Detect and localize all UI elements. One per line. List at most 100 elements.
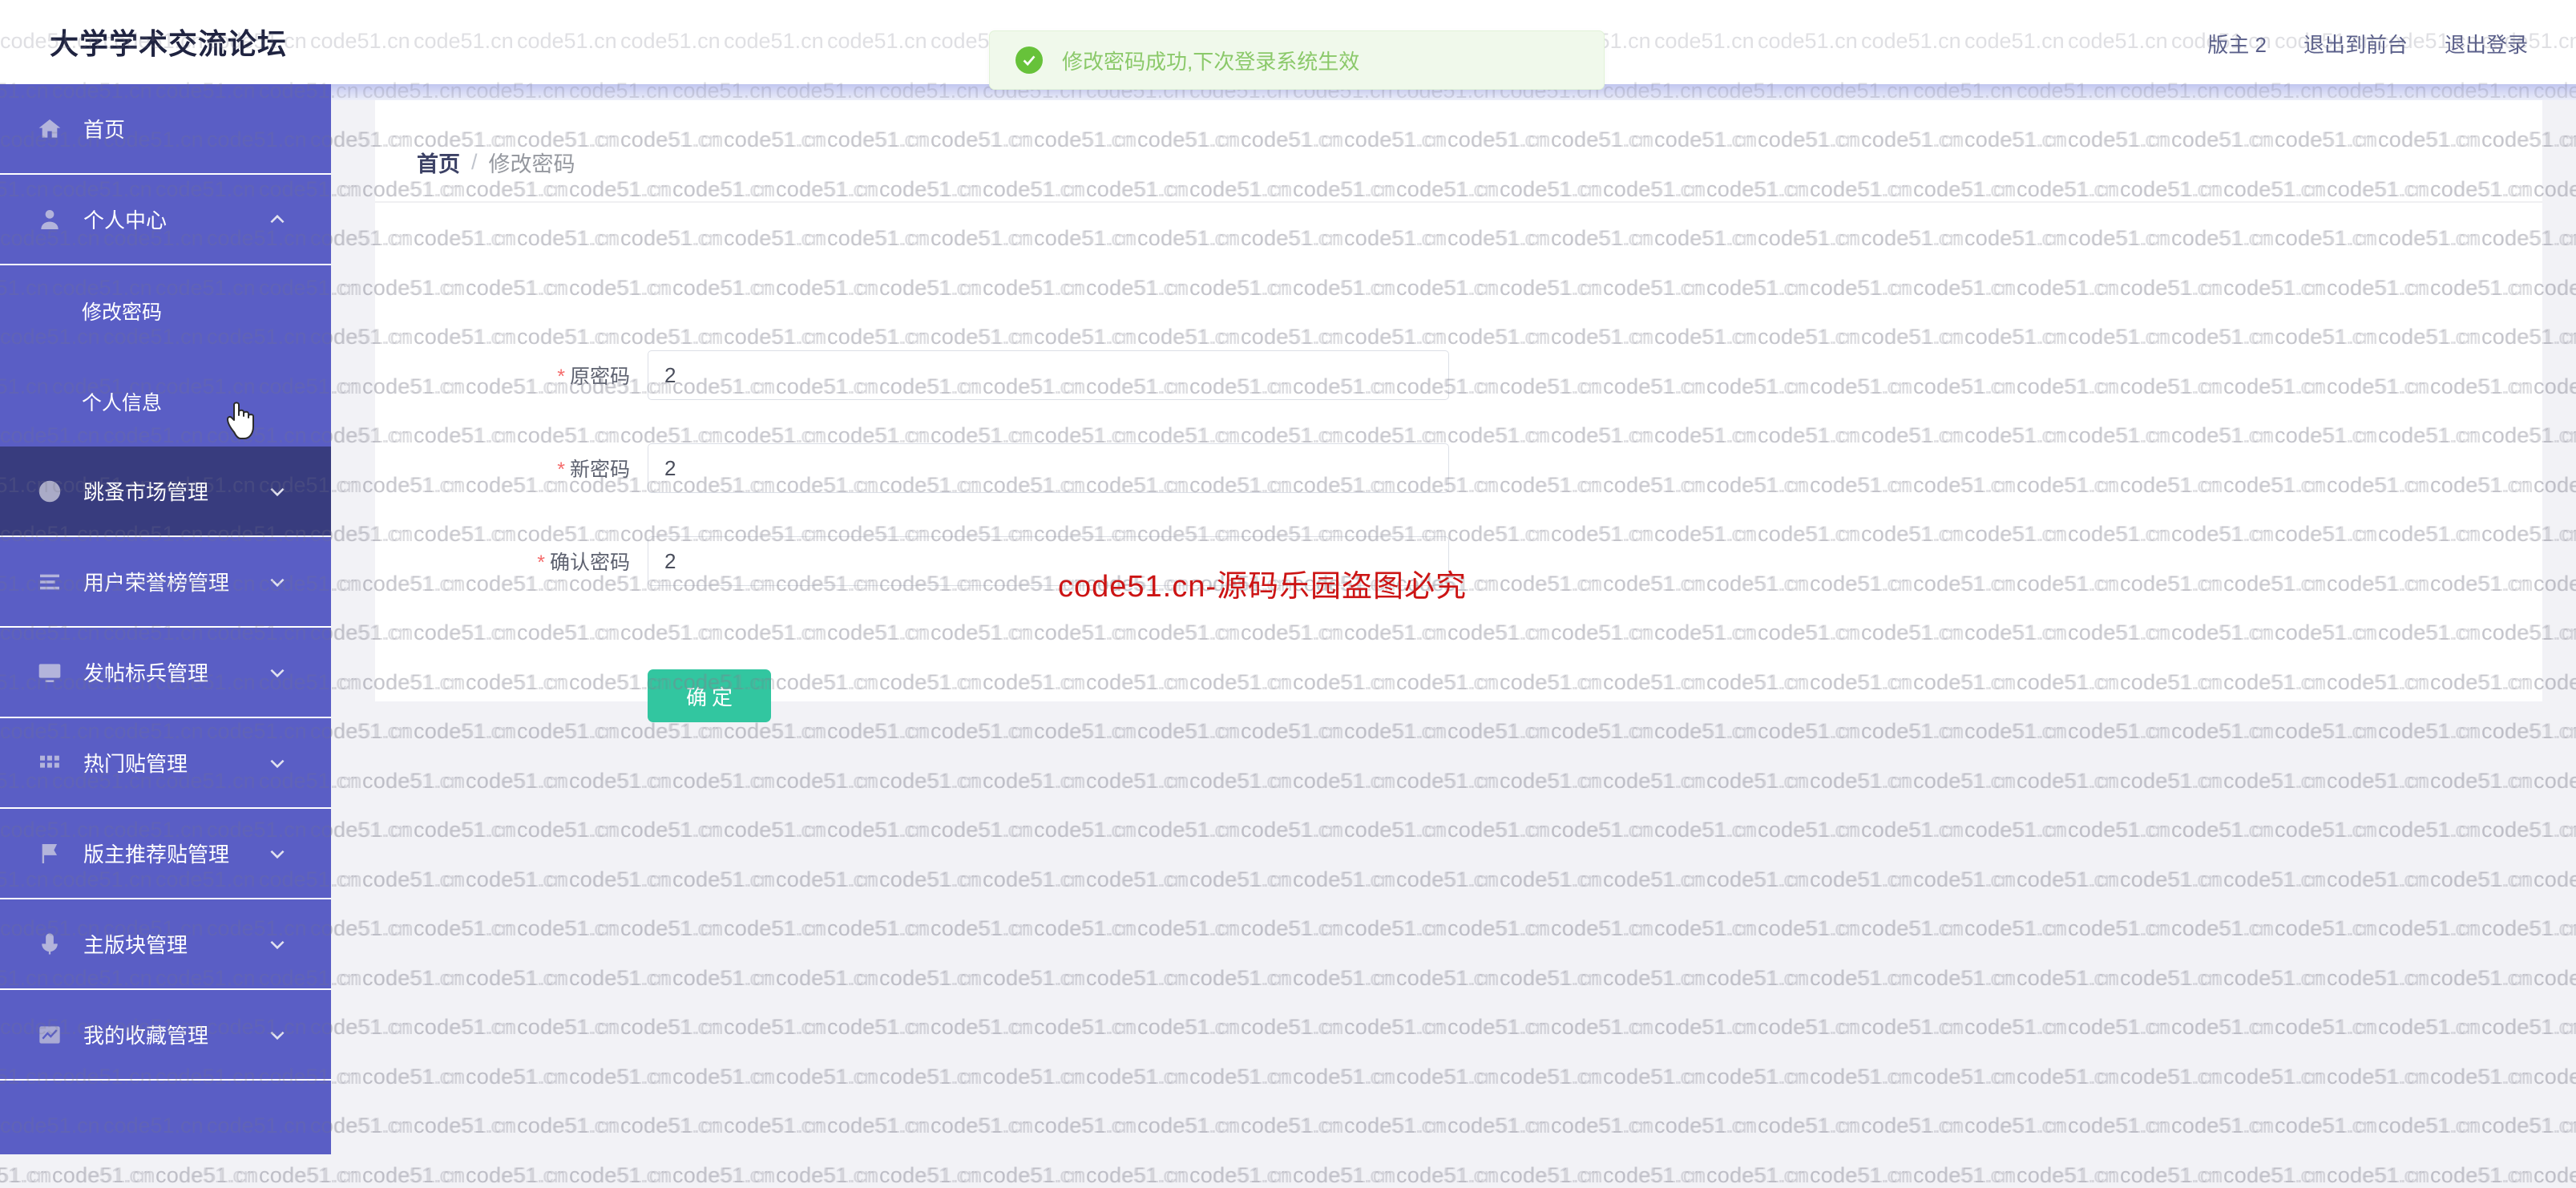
sidebar-item-honor-board[interactable]: 用户荣誉榜管理 bbox=[0, 537, 331, 628]
watermark-text: code51.cn bbox=[362, 1163, 462, 1188]
sidebar-item-flea-market[interactable]: 跳蚤市场管理 bbox=[0, 447, 331, 537]
watermark-text: code51.cn bbox=[1086, 1163, 1186, 1188]
watermark-text: code51.cn bbox=[0, 1163, 49, 1188]
microphone-icon bbox=[34, 928, 66, 960]
watermark-text: code51.cn bbox=[2327, 1163, 2427, 1188]
sidebar: 首页 个人中心 修改密码 个人信息 跳蚤市场管理 用户荣誉榜管理 bbox=[0, 84, 331, 1154]
watermark-text: code51.cn bbox=[879, 1163, 983, 1188]
form-row-old-password: *原密码 bbox=[375, 350, 1449, 400]
watermark-text: code51.cn bbox=[1500, 1163, 1600, 1188]
list-icon bbox=[34, 566, 66, 598]
watermark-text: code51.cn bbox=[569, 1163, 672, 1188]
watermark-text: code51.cn bbox=[259, 1163, 362, 1188]
watermark-text: code51.cn bbox=[1810, 1163, 1910, 1188]
sidebar-item-hot-posts[interactable]: 热门贴管理 bbox=[0, 718, 331, 809]
success-toast: 修改密码成功,下次登录系统生效 bbox=[989, 30, 1605, 90]
new-password-input[interactable] bbox=[648, 443, 1449, 493]
watermark-text: code51.cn bbox=[2120, 1163, 2220, 1188]
header-exit-frontend[interactable]: 退出到前台 bbox=[2303, 29, 2408, 59]
sidebar-item-main-board[interactable]: 主版块管理 bbox=[0, 899, 331, 990]
watermark-text: code51.cn bbox=[1603, 1163, 1703, 1188]
sidebar-item-my-favorites[interactable]: 我的收藏管理 bbox=[0, 990, 331, 1081]
breadcrumb-home[interactable]: 首页 bbox=[417, 147, 460, 178]
chevron-down-icon[interactable] bbox=[267, 572, 288, 592]
watermark-text: code51.cn bbox=[672, 1163, 773, 1188]
watermark-text: code51.cn bbox=[2534, 1163, 2576, 1188]
watermark-text: code51.cn bbox=[879, 1163, 979, 1188]
sidebar-item-moderator-recommend[interactable]: 版主推荐贴管理 bbox=[0, 809, 331, 899]
chevron-down-icon[interactable] bbox=[267, 753, 288, 774]
sidebar-item-label: 用户荣誉榜管理 bbox=[83, 567, 229, 596]
breadcrumb-separator: / bbox=[471, 150, 478, 175]
watermark-text: code51.cn bbox=[52, 1163, 152, 1188]
sidebar-item-label: 热门贴管理 bbox=[83, 748, 188, 778]
sidebar-item-label: 主版块管理 bbox=[83, 929, 188, 959]
watermark-text: code51.cn bbox=[2017, 1163, 2117, 1188]
watermark-text: code51.cn bbox=[2017, 1163, 2120, 1188]
chevron-down-icon[interactable] bbox=[267, 662, 288, 683]
label-text: 确认密码 bbox=[550, 552, 630, 574]
watermark-text: code51.cn bbox=[155, 1163, 256, 1188]
watermark-text: code51.cn bbox=[2223, 1163, 2324, 1188]
monitor-icon bbox=[34, 657, 66, 689]
watermark-text: code51.cn bbox=[569, 1163, 669, 1188]
sidebar-subitem-change-password[interactable]: 修改密码 bbox=[0, 265, 331, 356]
header-user-name[interactable]: 版主 2 bbox=[2207, 29, 2267, 59]
sidebar-item-posting-star[interactable]: 发帖标兵管理 bbox=[0, 628, 331, 718]
chevron-up-icon[interactable] bbox=[267, 209, 288, 230]
watermark-text: code51.cn bbox=[1810, 1163, 1913, 1188]
breadcrumb: 首页 / 修改密码 bbox=[417, 147, 575, 178]
watermark-text: code51.cn bbox=[1086, 1163, 1189, 1188]
chart-icon bbox=[34, 1019, 66, 1051]
watermark-text: code51.cn bbox=[1913, 1163, 2017, 1188]
chevron-down-icon[interactable] bbox=[267, 481, 288, 502]
watermark-text: code51.cn bbox=[776, 1163, 876, 1188]
label-new-password: *新密码 bbox=[375, 454, 648, 483]
chevron-down-icon[interactable] bbox=[267, 934, 288, 955]
required-asterisk: * bbox=[557, 366, 565, 388]
watermark-text: code51.cn bbox=[1189, 1163, 1290, 1188]
chevron-down-icon[interactable] bbox=[267, 1024, 288, 1045]
sidebar-item-label: 跳蚤市场管理 bbox=[83, 476, 208, 506]
sidebar-item-home[interactable]: 首页 bbox=[0, 84, 331, 175]
sidebar-subitem-label: 修改密码 bbox=[82, 297, 162, 325]
watermark-text: code51.cn bbox=[0, 1163, 52, 1188]
watermark-text: code51.cn bbox=[1706, 1163, 1810, 1188]
header-logout[interactable]: 退出登录 bbox=[2445, 29, 2528, 59]
watermark-text: code51.cn bbox=[1500, 1163, 1603, 1188]
watermark-text: code51.cn bbox=[2430, 1163, 2530, 1188]
watermark-text: code51.cn bbox=[2120, 1163, 2223, 1188]
label-text: 新密码 bbox=[570, 459, 630, 481]
toast-message: 修改密码成功,下次登录系统生效 bbox=[1062, 46, 1359, 75]
watermark-text: code51.cn bbox=[1603, 1163, 1706, 1188]
watermark-text: code51.cn bbox=[1396, 1163, 1496, 1188]
sidebar-subitem-personal-info[interactable]: 个人信息 bbox=[0, 356, 331, 447]
chevron-down-icon[interactable] bbox=[267, 843, 288, 864]
watermark-text: code51.cn bbox=[1293, 1163, 1393, 1188]
sidebar-item-label: 发帖标兵管理 bbox=[83, 657, 208, 687]
sidebar-item-personal-center[interactable]: 个人中心 bbox=[0, 175, 331, 265]
watermark-text: code51.cn bbox=[155, 1163, 259, 1188]
watermark-text: code51.cn bbox=[466, 1163, 569, 1188]
label-text: 原密码 bbox=[570, 366, 630, 388]
watermark-text: code51.cn bbox=[1396, 1163, 1500, 1188]
sidebar-subitem-label: 个人信息 bbox=[82, 387, 162, 416]
required-asterisk: * bbox=[557, 459, 565, 481]
old-password-input[interactable] bbox=[648, 350, 1449, 400]
label-old-password: *原密码 bbox=[375, 361, 648, 390]
sidebar-item-label: 首页 bbox=[83, 114, 125, 143]
watermark-text: code51.cn bbox=[983, 1163, 1086, 1188]
submit-button[interactable]: 确定 bbox=[648, 669, 771, 722]
watermark-text: code51.cn bbox=[259, 1163, 359, 1188]
form-row-new-password: *新密码 bbox=[375, 443, 1449, 493]
sidebar-item-label: 我的收藏管理 bbox=[83, 1020, 208, 1049]
grid-icon bbox=[34, 747, 66, 779]
header-nav: 版主 2 退出到前台 退出登录 bbox=[2207, 29, 2528, 59]
watermark-text: code51.cn bbox=[776, 1163, 879, 1188]
watermark-text: code51.cn bbox=[1706, 1163, 1807, 1188]
copyright-stamp: code51.cn-源码乐园盗图必究 bbox=[1058, 561, 1467, 605]
watermark-text: code51.cn bbox=[983, 1163, 1083, 1188]
home-icon bbox=[34, 113, 66, 145]
watermark-text: code51.cn bbox=[2534, 1163, 2576, 1188]
main-content: 首页 / 修改密码 *原密码 *新密码 *确认密码 确定 bbox=[331, 100, 2576, 1154]
